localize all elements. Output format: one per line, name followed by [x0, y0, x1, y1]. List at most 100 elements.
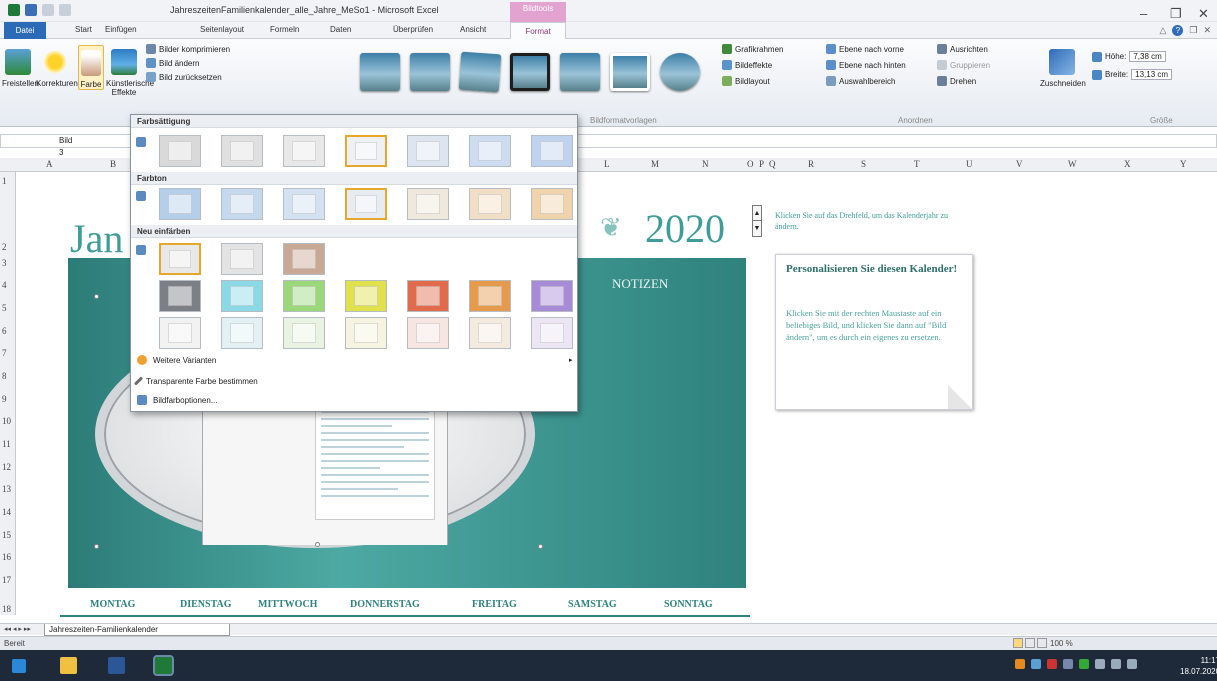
tone-swatch[interactable]: [407, 188, 449, 220]
row-header[interactable]: 4: [2, 280, 7, 290]
normal-view-icon[interactable]: [1013, 638, 1023, 648]
saturation-swatch[interactable]: [159, 135, 201, 167]
selection-handle[interactable]: [315, 542, 320, 547]
row-header[interactable]: 10: [2, 416, 11, 426]
row-header[interactable]: 15: [2, 530, 11, 540]
grafikrahmen-button[interactable]: Grafikrahmen: [722, 44, 783, 54]
saturation-swatch[interactable]: [221, 135, 263, 167]
row-header[interactable]: 2: [2, 242, 7, 252]
korrekturen-button[interactable]: Korrekturen: [36, 45, 78, 88]
tab-formeln[interactable]: Formeln: [270, 25, 299, 34]
minimize-ribbon-icon[interactable]: △: [1159, 25, 1166, 36]
row-header[interactable]: 9: [2, 394, 7, 404]
maximize-icon[interactable]: ❐: [1170, 6, 1182, 22]
auswahlbereich-button[interactable]: Auswahlbereich: [826, 76, 895, 86]
bild-zuruecksetzen-button[interactable]: Bild zurücksetzen: [146, 72, 222, 82]
row-header[interactable]: 12: [2, 462, 11, 472]
tone-swatch[interactable]: [221, 188, 263, 220]
page-break-view-icon[interactable]: [1037, 638, 1047, 648]
tab-start[interactable]: Start: [75, 25, 92, 34]
saturation-swatch[interactable]: [345, 135, 387, 167]
column-header[interactable]: V: [1016, 159, 1023, 169]
width-field[interactable]: Breite: 13,13 cm: [1092, 69, 1173, 80]
tray-icon[interactable]: [1015, 659, 1025, 669]
tone-swatch[interactable]: [531, 188, 573, 220]
recolor-swatch[interactable]: [345, 280, 387, 312]
word-icon[interactable]: [108, 657, 125, 674]
recolor-swatch[interactable]: [159, 317, 201, 349]
set-transparent-item[interactable]: Transparente Farbe bestimmen: [133, 376, 258, 386]
recolor-swatch[interactable]: [283, 280, 325, 312]
bildeffekte-button[interactable]: Bildeffekte: [722, 60, 772, 70]
excel-taskbar-icon[interactable]: [153, 655, 174, 676]
tone-swatch[interactable]: [469, 188, 511, 220]
tab-format[interactable]: Format: [510, 22, 566, 40]
row-header[interactable]: 17: [2, 575, 11, 585]
saturation-swatch[interactable]: [531, 135, 573, 167]
undo-icon[interactable]: [42, 4, 54, 16]
selection-handle[interactable]: [538, 544, 543, 549]
clock[interactable]: 11:17 18.07.2020: [1180, 655, 1217, 677]
spin-up-icon[interactable]: ▲: [753, 206, 761, 221]
row-header[interactable]: 11: [2, 439, 11, 449]
picture-style-3[interactable]: [458, 51, 502, 93]
farbe-button[interactable]: Farbe: [78, 45, 104, 90]
tab-seitenlayout[interactable]: Seitenlayout: [200, 25, 244, 34]
restore-window-icon[interactable]: ❐: [1189, 25, 1197, 36]
recolor-swatch[interactable]: [407, 280, 449, 312]
recolor-swatch[interactable]: [221, 243, 263, 275]
recolor-swatch[interactable]: [531, 317, 573, 349]
column-header[interactable]: W: [1068, 159, 1077, 169]
tab-datei[interactable]: Datei: [4, 22, 46, 39]
saturation-swatch[interactable]: [469, 135, 511, 167]
page-layout-view-icon[interactable]: [1025, 638, 1035, 648]
picture-style-5[interactable]: [560, 53, 600, 91]
spin-down-icon[interactable]: ▼: [753, 221, 761, 236]
redo-icon[interactable]: [59, 4, 71, 16]
recolor-swatch[interactable]: [469, 280, 511, 312]
column-header[interactable]: S: [861, 159, 866, 169]
year-spinner[interactable]: ▲ ▼: [752, 205, 762, 237]
column-header[interactable]: L: [604, 159, 610, 169]
row-header[interactable]: 8: [2, 371, 7, 381]
recolor-swatch[interactable]: [283, 243, 325, 275]
column-header[interactable]: N: [702, 159, 709, 169]
ebene-vorne-button[interactable]: Ebene nach vorne: [826, 44, 904, 54]
height-field[interactable]: Höhe: 7,38 cm: [1092, 51, 1166, 62]
network-icon[interactable]: [1095, 659, 1105, 669]
saturation-swatch[interactable]: [283, 135, 325, 167]
close-workbook-icon[interactable]: ✕: [1203, 25, 1211, 36]
row-header[interactable]: 13: [2, 484, 11, 494]
tray-icon[interactable]: [1047, 659, 1057, 669]
help-icon[interactable]: ?: [1172, 25, 1184, 36]
freistellen-button[interactable]: Freistellen: [2, 45, 39, 88]
minimize-icon[interactable]: –: [1140, 6, 1147, 21]
row-header[interactable]: 14: [2, 507, 11, 517]
row-header[interactable]: 3: [2, 258, 7, 268]
sheet-nav-icons[interactable]: ◂◂ ◂ ▸ ▸▸: [4, 625, 31, 633]
recolor-swatch[interactable]: [345, 317, 387, 349]
keyboard-icon[interactable]: [1127, 659, 1137, 669]
column-header[interactable]: B: [110, 159, 116, 169]
bildlayout-button[interactable]: Bildlayout: [722, 76, 770, 86]
recolor-swatch[interactable]: [159, 243, 201, 275]
column-header[interactable]: A: [46, 159, 53, 169]
picture-style-1[interactable]: [360, 53, 400, 91]
tab-ueberpruefen[interactable]: Überprüfen: [393, 25, 433, 34]
recolor-swatch[interactable]: [407, 317, 449, 349]
selection-handle[interactable]: [94, 294, 99, 299]
name-box[interactable]: Bild 3: [7, 135, 77, 157]
drehen-button[interactable]: Drehen: [937, 76, 976, 86]
row-header[interactable]: 7: [2, 348, 7, 358]
recolor-swatch[interactable]: [531, 280, 573, 312]
speaker-icon[interactable]: [1111, 659, 1121, 669]
column-header[interactable]: X: [1124, 159, 1131, 169]
column-header[interactable]: T: [914, 159, 920, 169]
tone-swatch[interactable]: [345, 188, 387, 220]
column-header[interactable]: M: [651, 159, 659, 169]
tone-swatch[interactable]: [283, 188, 325, 220]
column-header[interactable]: O: [747, 159, 754, 169]
recolor-swatch[interactable]: [221, 280, 263, 312]
windows-start-icon[interactable]: [12, 659, 26, 673]
recolor-swatch[interactable]: [221, 317, 263, 349]
